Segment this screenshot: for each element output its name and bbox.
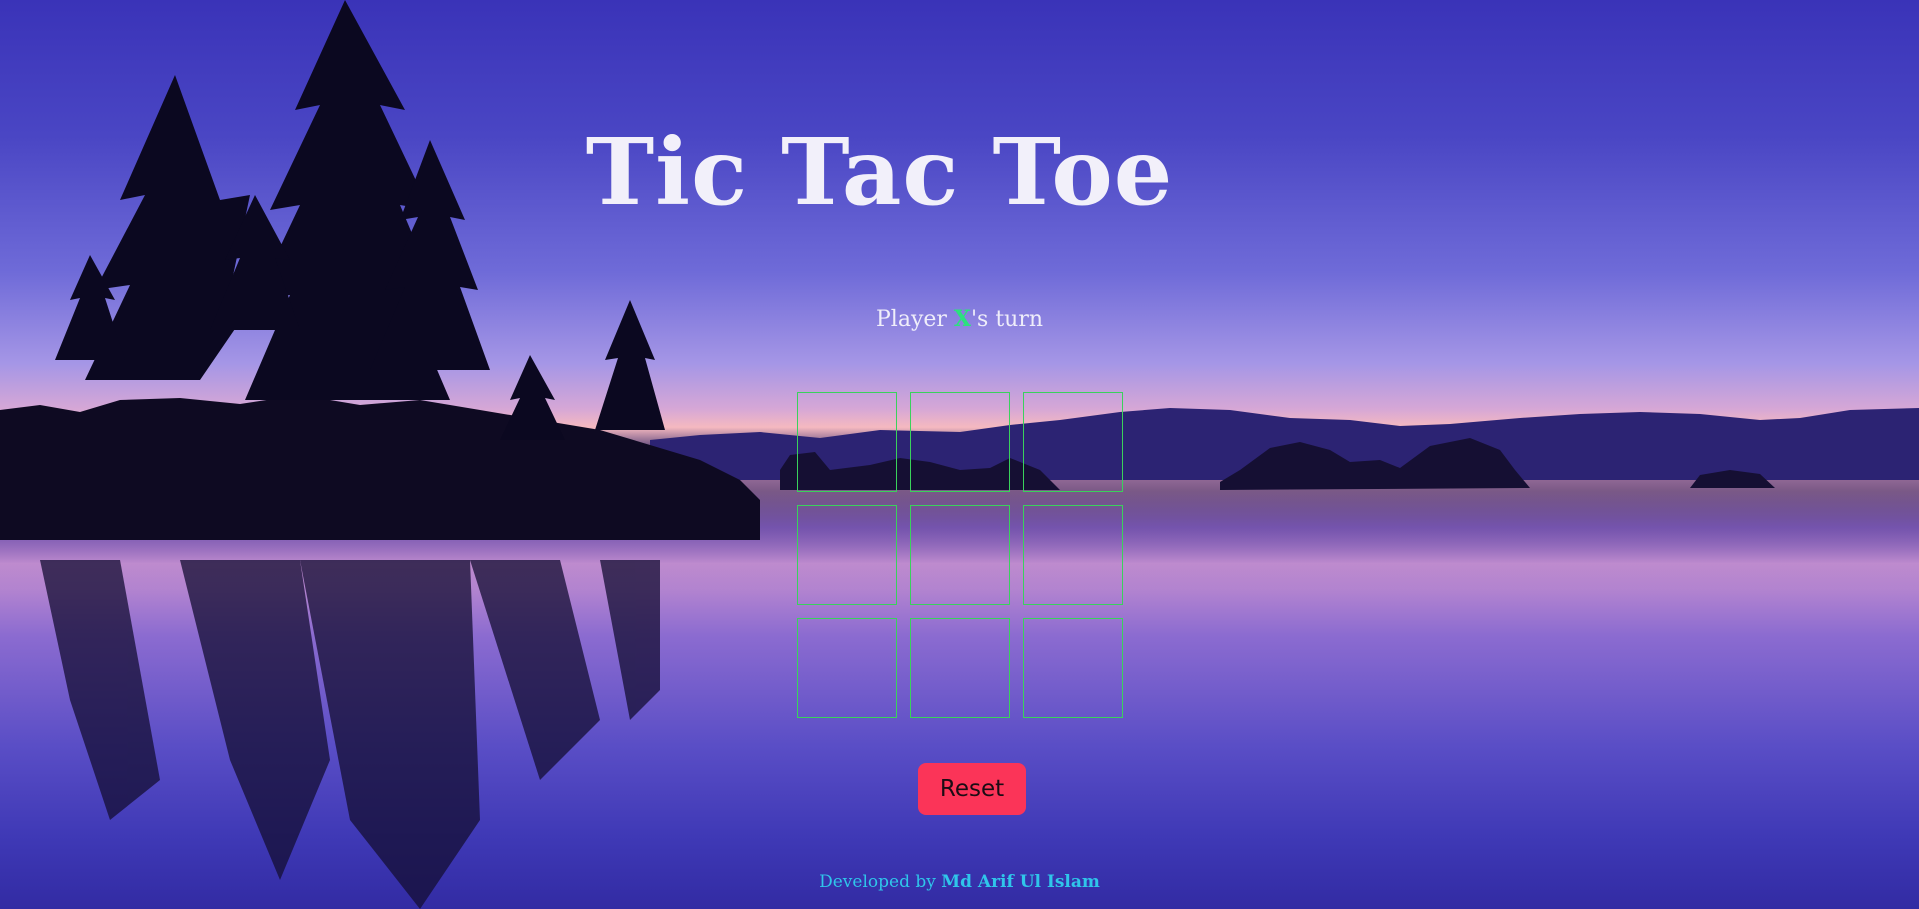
turn-prefix: Player [875, 307, 954, 332]
board-cell[interactable] [910, 618, 1010, 718]
author-name: Md Arif Ul Islam [941, 872, 1100, 892]
board-cell[interactable] [797, 618, 897, 718]
turn-suffix: 's turn [970, 307, 1044, 332]
page-title: Tic Tac Toe [585, 118, 1174, 226]
turn-indicator: Player X's turn [0, 306, 1919, 332]
board-cell[interactable] [1023, 392, 1123, 492]
footer-credit: Developed by Md Arif Ul Islam [0, 872, 1919, 892]
current-player: X [953, 306, 971, 332]
reset-button[interactable]: Reset [918, 763, 1026, 815]
board-cell[interactable] [1023, 505, 1123, 605]
board-cell[interactable] [797, 505, 897, 605]
board-cell[interactable] [910, 392, 1010, 492]
game-board [797, 392, 1123, 718]
board-cell[interactable] [797, 392, 897, 492]
board-cell[interactable] [910, 505, 1010, 605]
footer-prefix: Developed by [819, 872, 942, 892]
board-cell[interactable] [1023, 618, 1123, 718]
